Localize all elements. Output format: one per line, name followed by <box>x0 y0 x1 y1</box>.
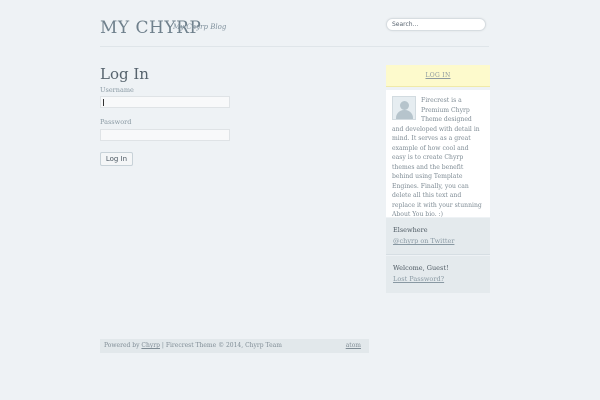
header-divider <box>100 46 489 47</box>
elsewhere-panel: Elsewhere @chyrp on Twitter <box>386 218 490 255</box>
username-field[interactable] <box>100 96 230 108</box>
site-header: MY CHYRP My Chyrp Blog Search... <box>100 18 490 48</box>
text-caret <box>103 99 104 106</box>
password-field[interactable] <box>100 129 230 141</box>
chyrp-link[interactable]: Chyrp <box>141 342 160 349</box>
site-description: My Chyrp Blog <box>173 23 227 31</box>
login-button[interactable]: Log In <box>100 152 133 166</box>
page-title: Log In <box>100 65 149 83</box>
lost-password-link[interactable]: Lost Password? <box>393 275 444 283</box>
guest-panel: Welcome, Guest! Lost Password? <box>386 256 490 293</box>
avatar-icon <box>392 96 416 120</box>
footer: Powered by Chyrp | Firecrest Theme © 201… <box>100 339 369 353</box>
atom-feed-link[interactable]: atom <box>346 339 361 353</box>
username-label: Username <box>100 86 134 94</box>
twitter-link[interactable]: @chyrp on Twitter <box>393 237 454 245</box>
powered-by-text: Powered by <box>104 342 140 349</box>
search-input[interactable]: Search... <box>386 18 486 31</box>
welcome-title: Welcome, Guest! <box>393 264 449 272</box>
about-panel: Firecrest is a Premium Chyrp Theme desig… <box>386 90 490 218</box>
password-label: Password <box>100 118 132 126</box>
elsewhere-title: Elsewhere <box>393 226 428 234</box>
sidebar-login-link[interactable]: LOG IN <box>386 65 490 87</box>
theme-credit: | Firecrest Theme © 2014, Chyrp Team <box>161 342 282 349</box>
